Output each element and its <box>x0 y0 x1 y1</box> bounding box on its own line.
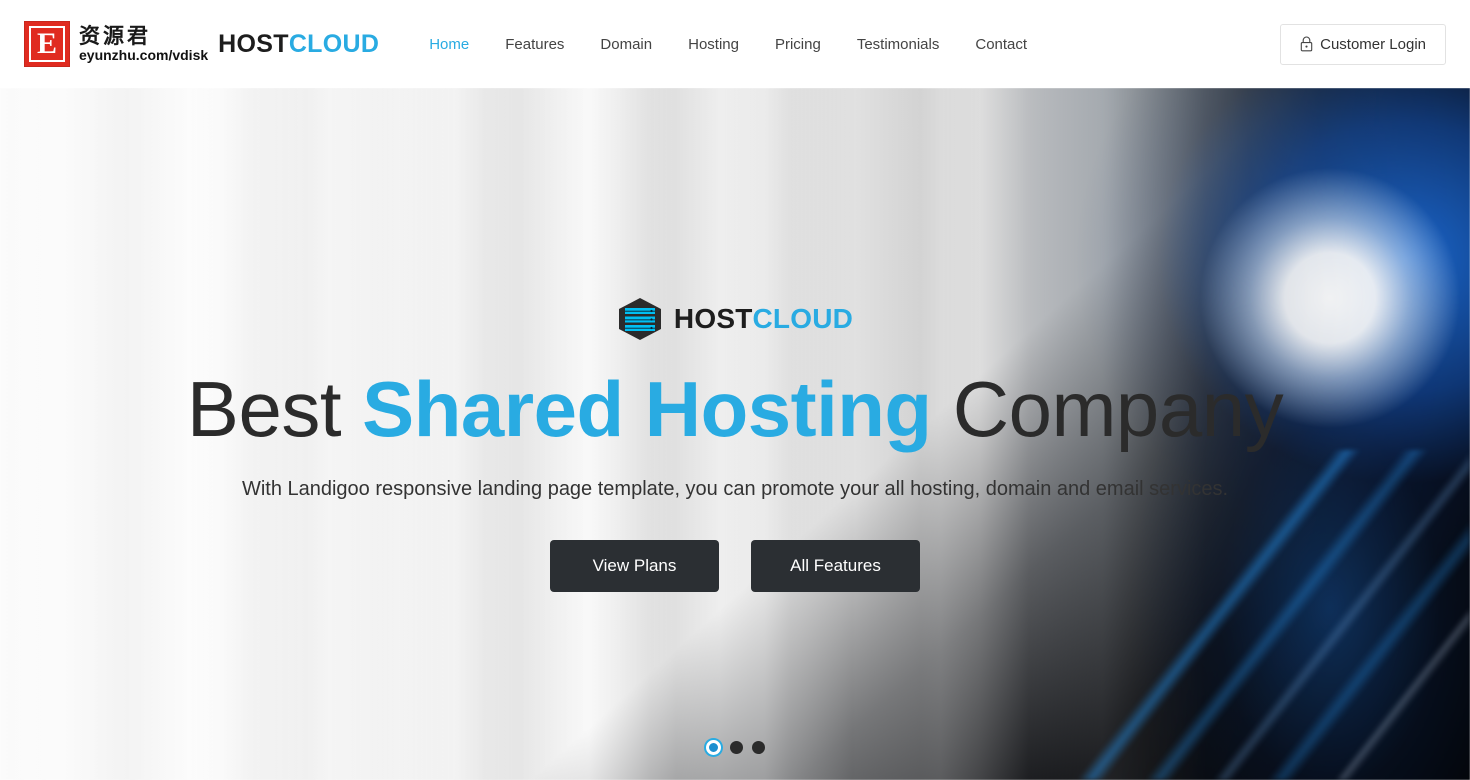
site-logo-cloud: CLOUD <box>288 29 380 58</box>
watermark-badge-inner: E <box>29 26 65 62</box>
customer-login-label: Customer Login <box>1320 35 1426 53</box>
watermark-badge: E <box>24 21 70 67</box>
carousel-indicators <box>0 740 1470 755</box>
hexagon-server-icon <box>618 298 661 340</box>
hero-content: HOSTCLOUD Best Shared Hosting Company Wi… <box>0 88 1470 780</box>
hero-title-highlight: Shared Hosting <box>362 365 932 453</box>
watermark-text: 资源君 eyunzhu.com/vdisk <box>79 25 208 63</box>
nav-item-domain[interactable]: Domain <box>582 28 670 61</box>
site-logo-host: HOST <box>218 29 289 58</box>
nav-item-testimonials[interactable]: Testimonials <box>839 28 958 61</box>
watermark-url: eyunzhu.com/vdisk <box>79 46 209 63</box>
carousel-dot-3[interactable] <box>751 741 765 754</box>
hero-title: Best Shared Hosting Company <box>187 368 1284 451</box>
hero-title-before: Best <box>186 365 363 453</box>
hero-logo-text: HOSTCLOUD <box>674 303 853 335</box>
nav-item-features[interactable]: Features <box>487 28 582 61</box>
site-logo[interactable]: HOSTCLOUD <box>218 30 379 59</box>
watermark-brand: E 资源君 eyunzhu.com/vdisk <box>24 21 208 67</box>
landing-page: E 资源君 eyunzhu.com/vdisk HOSTCLOUD Home F… <box>0 0 1470 780</box>
carousel-dot-1[interactable] <box>705 740 721 755</box>
hero-title-after: Company <box>931 365 1284 453</box>
hero-logo-cloud: CLOUD <box>752 303 854 334</box>
hero-cta-group: View Plans All Features <box>550 539 920 592</box>
site-header: E 资源君 eyunzhu.com/vdisk HOSTCLOUD Home F… <box>0 0 1470 88</box>
watermark-letter: E <box>36 27 57 60</box>
view-plans-button[interactable]: View Plans <box>550 539 719 592</box>
hero-subtitle: With Landigoo responsive landing page te… <box>241 477 1229 500</box>
nav-item-home[interactable]: Home <box>411 28 487 61</box>
customer-login-button[interactable]: Customer Login <box>1280 23 1446 65</box>
main-navigation: Home Features Domain Hosting Pricing Tes… <box>411 28 1280 61</box>
nav-item-pricing[interactable]: Pricing <box>757 28 839 61</box>
hero-logo-host: HOST <box>673 303 753 334</box>
hero-section: HOSTCLOUD Best Shared Hosting Company Wi… <box>0 88 1470 780</box>
watermark-cn-name: 资源君 <box>79 23 151 48</box>
all-features-button[interactable]: All Features <box>751 539 920 592</box>
nav-item-contact[interactable]: Contact <box>957 28 1045 61</box>
nav-item-hosting[interactable]: Hosting <box>670 28 757 61</box>
lock-icon <box>1300 36 1313 52</box>
hero-logo: HOSTCLOUD <box>617 297 853 341</box>
carousel-dot-2[interactable] <box>729 741 743 754</box>
